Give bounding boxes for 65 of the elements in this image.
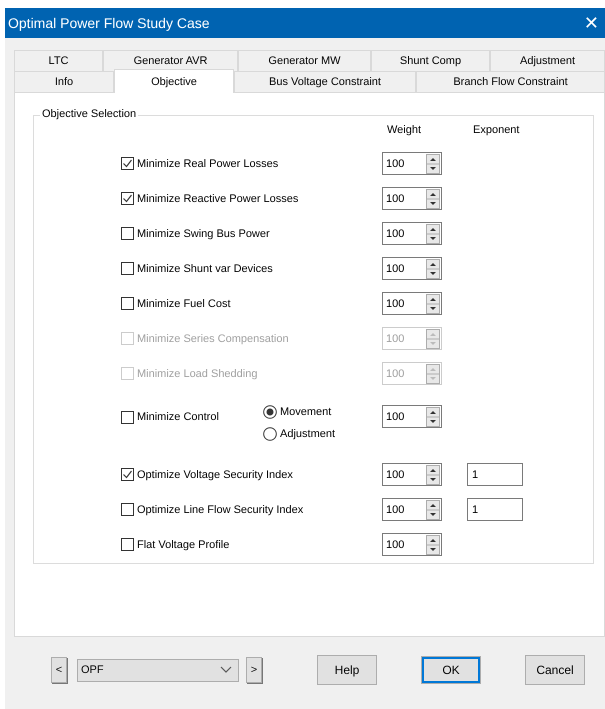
dialog-button[interactable]: Help xyxy=(317,655,377,685)
tab[interactable]: Generator MW xyxy=(238,50,371,71)
checkbox[interactable] xyxy=(121,468,134,481)
checkbox-label: Minimize Load Shedding xyxy=(137,368,258,380)
checkbox-label: Flat Voltage Profile xyxy=(137,538,230,550)
tab[interactable]: Objective xyxy=(114,69,234,93)
checkbox-label: Optimize Line Flow Security Index xyxy=(137,504,304,516)
tab[interactable]: LTC xyxy=(14,50,103,71)
dialog-button[interactable]: Cancel xyxy=(525,655,585,685)
radio-label: Adjustment xyxy=(280,428,336,440)
group-title: Objective Selection xyxy=(40,108,138,120)
tab[interactable]: Info xyxy=(14,71,114,92)
checkbox-label: Minimize Series Compensation xyxy=(137,332,289,344)
spin-arrows-icon[interactable] xyxy=(426,294,440,314)
tab[interactable]: Generator AVR xyxy=(103,50,238,71)
column-header: Weight xyxy=(387,124,422,138)
spin-arrows-icon[interactable] xyxy=(426,188,440,208)
spin-arrows-icon[interactable] xyxy=(426,464,440,484)
spin-box[interactable]: 100 xyxy=(382,498,442,521)
checkbox-label: Optimize Voltage Security Index xyxy=(137,468,293,480)
spin-arrows-icon[interactable] xyxy=(426,154,440,174)
tab[interactable]: Shunt Comp xyxy=(371,50,490,71)
caret-icon[interactable] xyxy=(220,666,232,674)
close-button[interactable]: ✕ xyxy=(578,12,605,34)
checkbox-label: Minimize Shunt var Devices xyxy=(137,262,273,274)
spin-box[interactable]: 100 xyxy=(382,187,442,210)
tab[interactable]: Bus Voltage Constraint xyxy=(234,71,416,92)
spin-arrows-icon[interactable] xyxy=(426,258,440,278)
spin-arrows-icon[interactable] xyxy=(426,534,440,554)
checkbox-label: Minimize Fuel Cost xyxy=(137,298,231,310)
spin-box[interactable]: 100 xyxy=(382,533,442,556)
spin-box[interactable]: 100 xyxy=(382,292,442,315)
next-button[interactable]: > xyxy=(246,657,262,683)
checkbox[interactable] xyxy=(121,538,134,551)
column-header: Exponent xyxy=(473,124,520,138)
dialog-button[interactable]: OK xyxy=(422,657,480,683)
spin-box[interactable]: 100 xyxy=(382,222,442,245)
checkbox-label: Minimize Control xyxy=(137,411,219,423)
checkbox[interactable] xyxy=(121,262,134,275)
checkbox-label: Minimize Real Power Losses xyxy=(137,158,278,170)
spin-arrows-icon[interactable] xyxy=(426,406,440,426)
checkbox[interactable] xyxy=(121,297,134,310)
spin-arrows-icon[interactable] xyxy=(426,224,440,244)
checkbox[interactable] xyxy=(121,227,134,240)
spin-box[interactable]: 100 xyxy=(382,463,442,486)
tab[interactable]: Branch Flow Constraint xyxy=(416,71,605,92)
case-dropdown[interactable]: OPF xyxy=(77,658,239,682)
radio-button[interactable] xyxy=(263,405,277,419)
checkbox[interactable] xyxy=(121,503,134,516)
window-title: Optimal Power Flow Study Case xyxy=(7,15,210,31)
tab[interactable]: Adjustment xyxy=(490,50,605,71)
radio-label: Movement xyxy=(280,406,332,418)
exponent-field[interactable]: 1 xyxy=(467,498,523,521)
spin-box[interactable]: 100 xyxy=(382,152,442,175)
spin-box[interactable]: 100 xyxy=(382,405,442,428)
previous-button[interactable]: < xyxy=(51,657,67,683)
exponent-field[interactable]: 1 xyxy=(467,463,523,486)
checkbox[interactable] xyxy=(121,192,134,205)
checkbox[interactable] xyxy=(121,157,134,170)
spin-arrows-icon[interactable] xyxy=(426,500,440,520)
checkbox-label: Minimize Reactive Power Losses xyxy=(137,192,298,204)
spin-box[interactable]: 100 xyxy=(382,257,442,280)
checkbox-label: Minimize Swing Bus Power xyxy=(137,228,270,240)
checkbox[interactable] xyxy=(121,410,134,424)
radio-button[interactable] xyxy=(263,427,277,441)
